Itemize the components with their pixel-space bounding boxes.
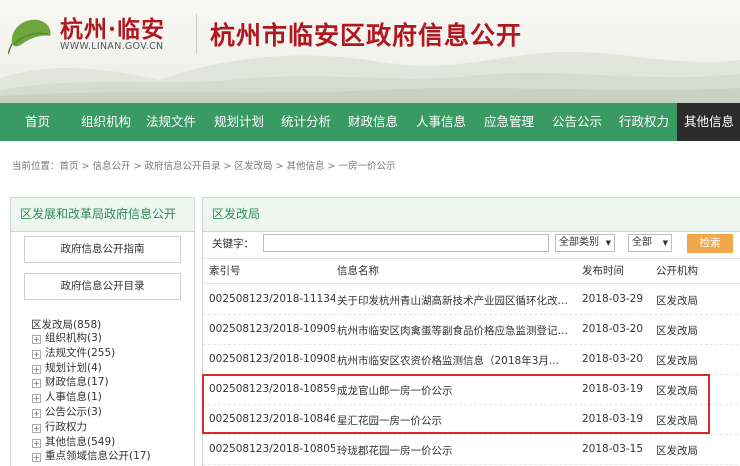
tree-item[interactable]: + 财政信息(17) bbox=[32, 375, 151, 390]
expand-icon[interactable]: + bbox=[32, 394, 41, 404]
main-content: 区发改局 关键字： 全部类别 ▼ 全部 ▼ 检索 索引号 信息名称 发布时间 公… bbox=[202, 197, 740, 466]
category-select-value: 全部类别 bbox=[559, 237, 599, 248]
expand-icon[interactable]: + bbox=[32, 364, 41, 374]
cell-title[interactable]: 杭州市临安区肉禽蛋等副食品价格应急监测登记表... bbox=[337, 323, 575, 338]
cell-index: 002508123/2018-10908 bbox=[209, 353, 335, 365]
ginkgo-leaf-icon bbox=[8, 19, 51, 54]
nav-item-regulations[interactable]: 法规文件 bbox=[137, 103, 205, 141]
cell-title[interactable]: 成龙官山郎一房一价公示 bbox=[337, 383, 575, 398]
tree-item[interactable]: + 其他信息(549) bbox=[32, 435, 151, 450]
cell-agency: 区发改局 bbox=[656, 415, 698, 427]
logo-url: WWW.LINAN.GOV.CN bbox=[60, 41, 164, 52]
tree-item[interactable]: + 重点领域信息公开(17) bbox=[32, 449, 151, 464]
search-bar: 关键字： 全部类别 ▼ 全部 ▼ 检索 bbox=[203, 232, 740, 256]
cell-agency: 区发改局 bbox=[656, 445, 698, 457]
logo-text: 杭州·临安 bbox=[60, 16, 166, 43]
cell-index: 002508123/2018-10846 bbox=[209, 413, 335, 425]
cell-agency: 区发改局 bbox=[656, 385, 698, 397]
nav-item-admin-power[interactable]: 行政权力 bbox=[611, 103, 677, 141]
cell-index: 002508123/2018-11134 bbox=[209, 293, 335, 305]
logo-divider bbox=[196, 14, 197, 54]
search-button[interactable]: 检索 bbox=[687, 234, 733, 253]
col-index: 索引号 bbox=[209, 265, 241, 277]
site-header: 杭州·临安 WWW.LINAN.GOV.CN 杭州市临安区政府信息公开 bbox=[0, 0, 740, 103]
nav-item-home[interactable]: 首页 bbox=[0, 103, 75, 141]
expand-icon[interactable]: + bbox=[32, 335, 41, 344]
nav-item-personnel[interactable]: 人事信息 bbox=[407, 103, 475, 141]
tree-item[interactable]: + 行政权力 bbox=[32, 420, 151, 435]
category-tree: + 组织机构(3) + 法规文件(255) + 规划计划(4) + 财政信息(17) +… bbox=[32, 331, 151, 464]
cell-title[interactable]: 杭州市临安区农资价格监测信息（2018年3月... bbox=[337, 353, 575, 368]
nav-item-other-info[interactable]: 其他信息 bbox=[677, 103, 740, 141]
nav-item-announcements[interactable]: 公告公示 bbox=[543, 103, 611, 141]
tree-item[interactable]: + 组织机构(3) bbox=[32, 331, 151, 346]
tree-item[interactable]: + 规划计划(4) bbox=[32, 361, 151, 376]
table-row[interactable]: 002508123/2018-10908 杭州市临安区农资价格监测信息（2018… bbox=[203, 345, 740, 375]
scope-select-value: 全部 bbox=[632, 237, 652, 248]
tree-root[interactable]: 区发改局(858) bbox=[31, 317, 101, 332]
table-row[interactable]: 002508123/2018-10909 杭州市临安区肉禽蛋等副食品价格应急监测… bbox=[203, 315, 740, 345]
cell-agency: 区发改局 bbox=[656, 325, 698, 337]
table-row[interactable]: 002508123/2018-10859 成龙官山郎一房一价公示 2018-03… bbox=[203, 375, 740, 405]
cell-index: 002508123/2018-10909 bbox=[209, 323, 335, 335]
table-row[interactable]: 002508123/2018-10805 玲珑郡花园一房一价公示 2018-03… bbox=[203, 435, 740, 465]
table-row[interactable]: 002508123/2018-11134 关于印发杭州青山湖高新技术产业园区循环… bbox=[203, 285, 740, 315]
nav-item-organization[interactable]: 组织机构 bbox=[75, 103, 137, 141]
cell-date: 2018-03-15 bbox=[582, 443, 644, 455]
keyword-label: 关键字： bbox=[212, 238, 254, 250]
main-nav: 首页 组织机构 法规文件 规划计划 统计分析 财政信息 人事信息 应急管理 公告… bbox=[0, 103, 740, 141]
category-select[interactable]: 全部类别 ▼ bbox=[555, 234, 615, 252]
content-title: 区发改局 bbox=[203, 198, 740, 232]
cell-date: 2018-03-20 bbox=[582, 323, 644, 335]
col-agency: 公开机构 bbox=[656, 265, 698, 277]
cell-agency: 区发改局 bbox=[656, 355, 698, 367]
cell-title[interactable]: 关于印发杭州青山湖高新技术产业园区循环化改造... bbox=[337, 293, 575, 308]
cell-index: 002508123/2018-10805 bbox=[209, 443, 335, 455]
site-title: 杭州市临安区政府信息公开 bbox=[210, 21, 523, 50]
cell-index: 002508123/2018-10859 bbox=[209, 383, 335, 395]
table-header: 索引号 信息名称 发布时间 公开机构 bbox=[203, 258, 740, 284]
chevron-down-icon: ▼ bbox=[662, 239, 668, 247]
scope-select[interactable]: 全部 ▼ bbox=[628, 234, 672, 252]
disclosure-guide-button[interactable]: 政府信息公开指南 bbox=[24, 236, 181, 263]
expand-icon[interactable]: + bbox=[32, 349, 41, 359]
sidebar-title: 区发展和改革局政府信息公开 bbox=[11, 198, 194, 232]
nav-item-plans[interactable]: 规划计划 bbox=[205, 103, 273, 141]
cell-date: 2018-03-19 bbox=[582, 413, 644, 425]
cell-date: 2018-03-29 bbox=[582, 293, 644, 305]
chevron-down-icon: ▼ bbox=[605, 239, 611, 247]
nav-item-statistics[interactable]: 统计分析 bbox=[273, 103, 339, 141]
cell-date: 2018-03-20 bbox=[582, 353, 644, 365]
breadcrumb: 当前位置：首页 > 信息公开 > 政府信息公开目录 > 区发改局 > 其他信息 … bbox=[12, 161, 396, 172]
cell-title[interactable]: 玲珑郡花园一房一价公示 bbox=[337, 443, 575, 458]
nav-item-emergency[interactable]: 应急管理 bbox=[475, 103, 543, 141]
expand-icon[interactable]: + bbox=[32, 453, 41, 463]
col-date: 发布时间 bbox=[582, 265, 624, 277]
tree-item[interactable]: + 法规文件(255) bbox=[32, 346, 151, 361]
col-title: 信息名称 bbox=[337, 265, 379, 277]
cell-agency: 区发改局 bbox=[656, 295, 698, 307]
cell-title[interactable]: 星汇花园一房一价公示 bbox=[337, 413, 575, 428]
nav-item-finance[interactable]: 财政信息 bbox=[339, 103, 407, 141]
table-row[interactable]: 002508123/2018-10846 星汇花园一房一价公示 2018-03-… bbox=[203, 405, 740, 435]
disclosure-catalog-button[interactable]: 政府信息公开目录 bbox=[24, 273, 181, 300]
left-sidebar: 区发展和改革局政府信息公开 政府信息公开指南 政府信息公开目录 区发改局(858… bbox=[10, 197, 195, 466]
tree-item[interactable]: + 人事信息(1) bbox=[32, 390, 151, 405]
expand-icon[interactable]: + bbox=[32, 423, 41, 433]
expand-icon[interactable]: + bbox=[32, 408, 41, 418]
cell-date: 2018-03-19 bbox=[582, 383, 644, 395]
expand-icon[interactable]: + bbox=[32, 379, 41, 389]
keyword-input[interactable] bbox=[263, 234, 549, 252]
expand-icon[interactable]: + bbox=[32, 438, 41, 448]
tree-item[interactable]: + 公告公示(3) bbox=[32, 405, 151, 420]
